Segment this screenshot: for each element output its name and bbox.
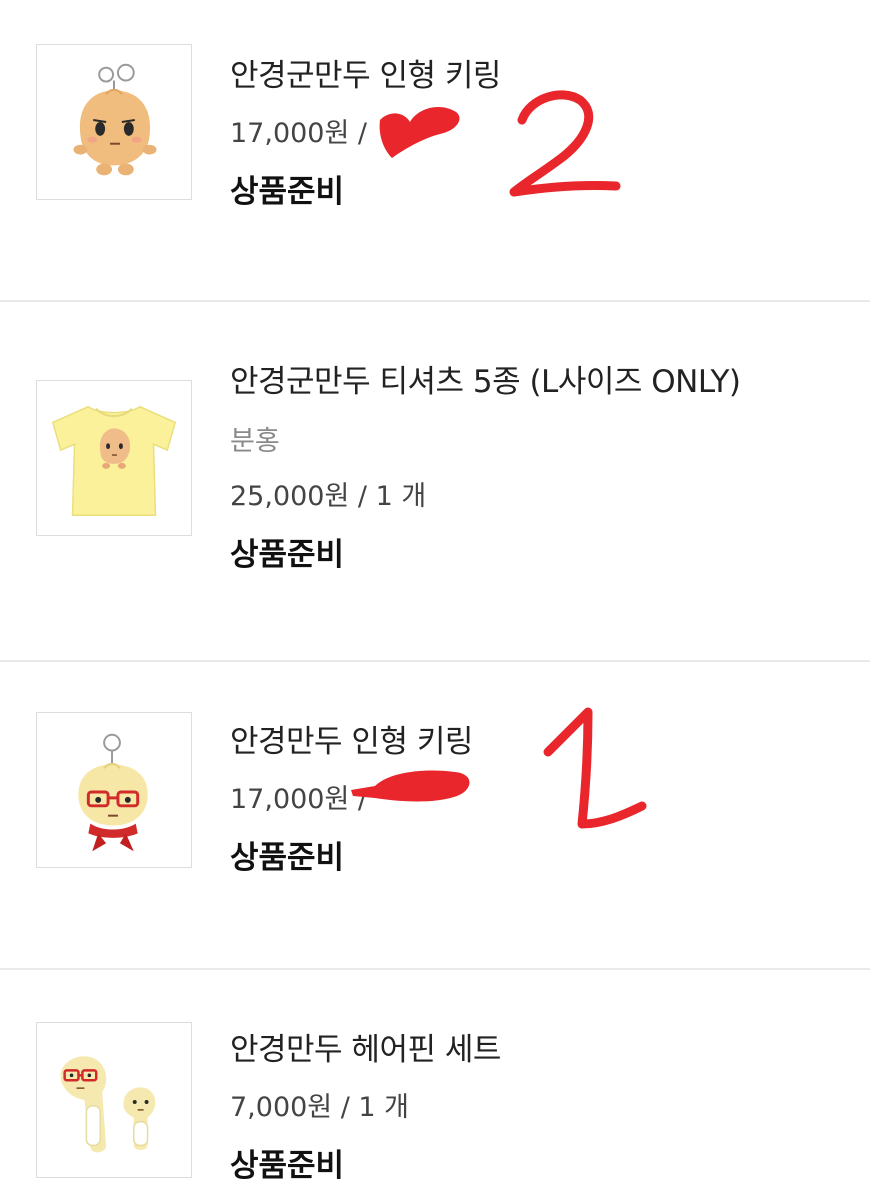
product-name[interactable]: 안경만두 헤어핀 세트 <box>230 1024 501 1069</box>
item-info: 안경만두 헤어핀 세트 7,000원 / 1 개 상품준비 <box>230 1024 501 1185</box>
product-name[interactable]: 안경군만두 티셔츠 5종 (L사이즈 ONLY) <box>230 356 741 401</box>
order-status: 상품준비 <box>230 1148 345 1184</box>
order-item[interactable]: 안경군만두 티셔츠 5종 (L사이즈 ONLY) 분홍 25,000원 / 1 … <box>0 302 870 660</box>
order-status: 상품준비 <box>230 174 345 210</box>
order-status: 상품준비 <box>230 537 345 573</box>
product-thumbnail[interactable] <box>36 712 192 868</box>
order-item[interactable]: 안경만두 헤어핀 세트 7,000원 / 1 개 상품준비 <box>0 970 870 1200</box>
price-quantity: 17,000원 / <box>230 784 367 815</box>
item-info: 안경군만두 인형 키링 17,000원 / 상품준비 <box>230 50 501 211</box>
item-info: 안경군만두 티셔츠 5종 (L사이즈 ONLY) 분홍 25,000원 / 1 … <box>230 356 741 574</box>
order-status: 상품준비 <box>230 840 345 876</box>
keyring-glasses-dumpling-icon <box>78 733 148 852</box>
product-name[interactable]: 안경군만두 인형 키링 <box>230 50 501 95</box>
yellow-tshirt-icon <box>51 405 177 516</box>
handwritten-number-1 <box>543 707 647 829</box>
price-quantity: 17,000원 / <box>230 118 367 149</box>
product-name[interactable]: 안경만두 인형 키링 <box>230 716 473 761</box>
product-option: 분홍 <box>230 426 280 457</box>
product-thumbnail[interactable] <box>36 44 192 200</box>
item-info: 안경만두 인형 키링 17,000원 / 상품준비 <box>230 716 473 877</box>
price-quantity: 7,000원 / 1 개 <box>230 1092 409 1123</box>
order-item[interactable]: 안경군만두 인형 키링 17,000원 / 상품준비 <box>0 0 870 300</box>
handwritten-number-2 <box>509 90 621 197</box>
product-thumbnail[interactable] <box>36 1022 192 1178</box>
product-thumbnail[interactable] <box>36 380 192 536</box>
hairpin-set-icon <box>60 1056 156 1153</box>
order-item-list: 안경군만두 인형 키링 17,000원 / 상품준비 안경군만두 티셔츠 5종 … <box>0 0 870 1200</box>
keyring-dumpling-icon <box>73 63 157 176</box>
price-quantity: 25,000원 / 1 개 <box>230 481 427 512</box>
order-item[interactable]: 안경만두 인형 키링 17,000원 / 상품준비 <box>0 662 870 968</box>
